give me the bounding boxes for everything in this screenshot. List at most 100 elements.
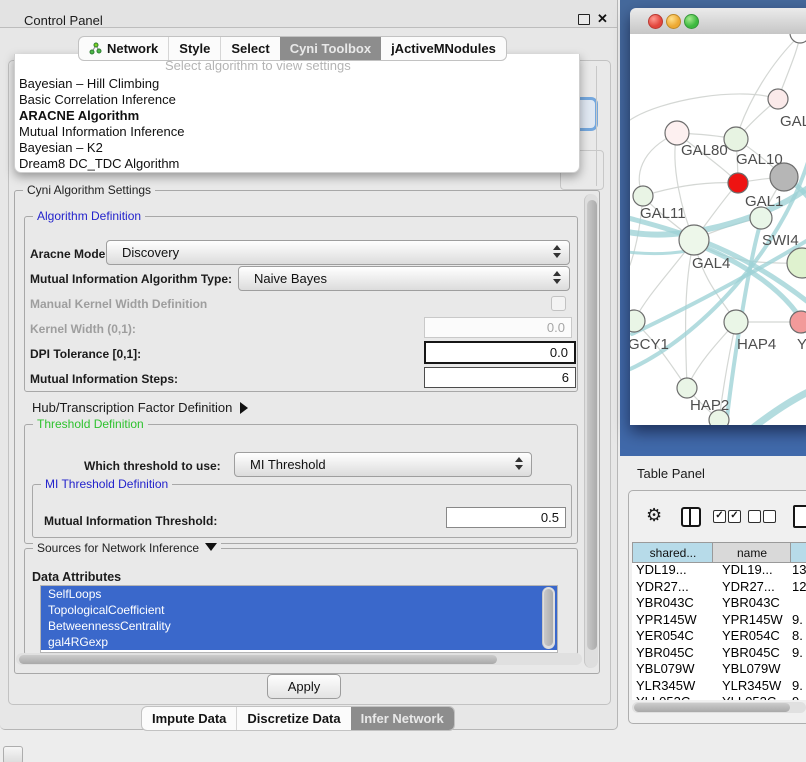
attribute-item-topologicalcoefficient[interactable]: TopologicalCoefficient (41, 602, 557, 618)
stepper-arrows-icon (553, 245, 560, 258)
manual-kernel-checkbox[interactable] (551, 296, 566, 311)
tab-jactivemnodules[interactable]: jActiveMNodules (381, 37, 506, 60)
network-node-hap4[interactable] (724, 310, 748, 334)
checked-checkbox-icon[interactable]: ✓ (713, 510, 726, 523)
algorithm-option-mutual-information-inference[interactable]: Mutual Information Inference (14, 124, 574, 140)
network-node-gal[interactable] (768, 89, 788, 109)
window-float-icon[interactable] (578, 14, 590, 25)
mi-threshold-legend: MI Threshold Definition (41, 477, 172, 491)
apply-button[interactable]: Apply (267, 674, 341, 699)
table-column-header-name[interactable]: name (712, 542, 791, 563)
mi-type-label: Mutual Information Algorithm Type: (30, 272, 232, 286)
table-cell: 9. (792, 645, 806, 662)
control-panel-tabbar: NetworkStyleSelectCyni ToolboxjActiveMNo… (78, 36, 507, 61)
sources-legend[interactable]: Sources for Network Inference (33, 541, 221, 555)
dpi-tolerance-field[interactable]: 0.0 (424, 341, 576, 364)
network-node-label: GAL (780, 113, 806, 130)
table-column-header-a[interactable]: A (790, 542, 806, 563)
unchecked-checkbox-icon[interactable] (763, 510, 776, 523)
threshold-definition-legend: Threshold Definition (33, 417, 148, 431)
table-horizontal-scrollbar[interactable] (632, 702, 806, 713)
table-cell: YER054C (722, 628, 800, 645)
split-columns-icon[interactable] (681, 507, 701, 527)
corner-mini-button[interactable] (3, 746, 23, 762)
tab-select[interactable]: Select (220, 37, 279, 60)
table-row-ypr145w[interactable]: YPR145WYPR145W9. (632, 612, 806, 629)
settings-vertical-scrollbar-thumb[interactable] (587, 200, 597, 650)
algorithm-option-bayesian-hill-climbing[interactable]: Bayesian – Hill Climbing (14, 76, 574, 92)
attributes-scrollbar-thumb[interactable] (544, 589, 553, 646)
tab-cyni-toolbox[interactable]: Cyni Toolbox (280, 37, 381, 60)
network-node[interactable] (709, 410, 729, 425)
attribute-item-betweennesscentrality[interactable]: BetweennessCentrality (41, 618, 557, 634)
network-node-label: SWI4 (762, 232, 799, 249)
table-row-ydr27[interactable]: YDR27...YDR27...12 (632, 579, 806, 596)
bottom-tab-impute-data-label: Impute Data (152, 711, 226, 726)
algorithm-option-basic-correlation-inference[interactable]: Basic Correlation Inference (14, 92, 574, 108)
window-zoom-traffic-light[interactable] (684, 14, 699, 29)
table-row-ybl079w[interactable]: YBL079WYBL079W (632, 661, 806, 678)
aracne-mode-select[interactable]: Discovery (106, 240, 570, 265)
window-minimize-traffic-light[interactable] (666, 14, 681, 29)
collapse-arrow-icon (205, 543, 217, 551)
attribute-item-gal4rgexp[interactable]: gal4RGexp (41, 634, 557, 650)
network-node-gal10[interactable] (724, 127, 748, 151)
table-row-yll052c[interactable]: YLL052CYLL052C9 (632, 694, 806, 700)
table-row-ylr345w[interactable]: YLR345WYLR345W9. (632, 678, 806, 695)
checked-checkbox-icon[interactable]: ✓ (728, 510, 741, 523)
algorithm-option-aracne-algorithm[interactable]: ARACNE Algorithm (14, 108, 574, 124)
table-cell: YBL079W (722, 661, 800, 678)
algorithm-definition-legend: Algorithm Definition (33, 209, 145, 223)
mi-steps-field[interactable]: 6 (424, 367, 576, 388)
table-cell: 9 (792, 694, 806, 700)
hub-definition-expander[interactable]: Hub/Transcription Factor Definition (32, 400, 248, 415)
which-threshold-select[interactable]: MI Threshold (234, 452, 532, 477)
network-node[interactable] (790, 34, 806, 43)
algorithm-option-bayesian-k2[interactable]: Bayesian – K2 (14, 140, 574, 156)
algorithm-option-dream8-dc-tdc-algorithm[interactable]: Dream8 DC_TDC Algorithm (14, 156, 574, 172)
network-node-hap2[interactable] (677, 378, 697, 398)
network-canvas[interactable]: GALGAL80GAL10GAL1GAL11SWI4GAL4GCY1HAP4YH… (630, 34, 806, 425)
kernel-width-field[interactable]: 0.0 (424, 317, 572, 338)
network-node[interactable] (770, 163, 798, 191)
network-node-label: Y (797, 336, 806, 353)
unchecked-checkbox-icon[interactable] (748, 510, 761, 523)
manual-kernel-label: Manual Kernel Width Definition (30, 297, 207, 311)
settings-vertical-scrollbar[interactable] (584, 194, 598, 668)
table-row-ybr045c[interactable]: YBR045CYBR045C9. (632, 645, 806, 662)
table-cell: YBR045C (636, 645, 716, 662)
bottom-tab-impute-data[interactable]: Impute Data (142, 707, 236, 730)
settings-horizontal-scrollbar[interactable] (16, 653, 582, 665)
table-settings-gear-icon[interactable]: ⚙ (646, 505, 662, 526)
bottom-tab-discretize-data-label: Discretize Data (247, 711, 340, 726)
table-horizontal-scrollbar-thumb[interactable] (634, 703, 790, 712)
network-node-gal4[interactable] (679, 225, 709, 255)
mi-threshold-field[interactable]: 0.5 (446, 507, 566, 528)
table-row-ydl19[interactable]: YDL19...YDL19...13 (632, 562, 806, 579)
table-cell: YBR043C (722, 595, 800, 612)
network-edge (630, 94, 778, 120)
table-row-yer054c[interactable]: YER054CYER054C8. (632, 628, 806, 645)
window-close-traffic-light[interactable] (648, 14, 663, 29)
table-row-ybr043c[interactable]: YBR043CYBR043C (632, 595, 806, 612)
stepper-arrows-icon (553, 271, 560, 284)
control-panel-title: Control Panel (24, 13, 103, 28)
window-close-icon[interactable]: ✕ (597, 11, 608, 27)
attribute-item-selfloops[interactable]: SelfLoops (41, 586, 557, 602)
table-column-header-shared[interactable]: shared... (632, 542, 713, 563)
attributes-scrollbar[interactable] (542, 587, 555, 649)
network-node-y[interactable] (790, 311, 806, 333)
kernel-width-label: Kernel Width (0,1): (30, 322, 136, 336)
network-node-gal1[interactable] (728, 173, 748, 193)
tab-style[interactable]: Style (168, 37, 220, 60)
tab-network[interactable]: Network (79, 37, 168, 60)
network-node-swi4[interactable] (750, 207, 772, 229)
network-node-gal11[interactable] (633, 186, 653, 206)
new-document-icon[interactable] (793, 505, 806, 528)
bottom-tab-infer-network[interactable]: Infer Network (351, 707, 454, 730)
bottom-tab-discretize-data[interactable]: Discretize Data (236, 707, 350, 730)
mi-type-select[interactable]: Naive Bayes (238, 266, 570, 291)
cyni-settings-legend: Cyni Algorithm Settings (23, 183, 155, 197)
table-cell: 12 (792, 579, 806, 596)
settings-horizontal-scrollbar-thumb[interactable] (19, 655, 497, 664)
